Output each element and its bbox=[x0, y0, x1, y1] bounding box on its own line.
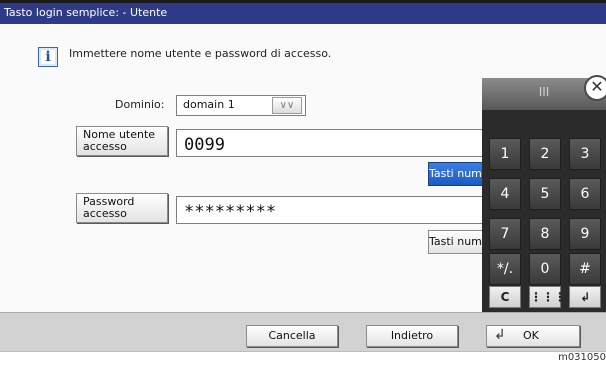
password-field[interactable]: ********* bbox=[176, 196, 486, 224]
info-message: Immettere nome utente e password di acce… bbox=[69, 47, 332, 60]
key-star-dot[interactable]: */. bbox=[489, 253, 521, 285]
key-6[interactable]: 6 bbox=[569, 178, 601, 210]
key-hash[interactable]: # bbox=[569, 253, 601, 285]
back-button[interactable]: Indietro bbox=[366, 325, 458, 347]
close-icon[interactable]: ✕ bbox=[584, 75, 606, 101]
clear-key[interactable]: C bbox=[489, 286, 521, 308]
password-keypad-button[interactable]: Tasti numerici bbox=[428, 230, 484, 254]
image-code: m031050 bbox=[558, 352, 606, 363]
key-9[interactable]: 9 bbox=[569, 218, 601, 250]
username-button[interactable]: Nome utente accesso bbox=[76, 126, 168, 156]
window-title: Tasto login semplice: - Utente bbox=[0, 0, 606, 24]
key-1[interactable]: 1 bbox=[489, 138, 521, 170]
domain-value: domain 1 bbox=[183, 98, 235, 111]
key-7[interactable]: 7 bbox=[489, 218, 521, 250]
password-button[interactable]: Password accesso bbox=[76, 193, 168, 223]
username-field[interactable]: 0099 bbox=[176, 129, 486, 157]
enter-arrow-icon: ↲ bbox=[494, 327, 506, 343]
key-2[interactable]: 2 bbox=[529, 138, 561, 170]
key-4[interactable]: 4 bbox=[489, 178, 521, 210]
ok-label: OK bbox=[523, 329, 539, 342]
key-3[interactable]: 3 bbox=[569, 138, 601, 170]
chevron-down-icon[interactable]: ∨∨ bbox=[272, 97, 302, 114]
key-5[interactable]: 5 bbox=[529, 178, 561, 210]
key-0[interactable]: 0 bbox=[529, 253, 561, 285]
cancel-button[interactable]: Cancella bbox=[246, 325, 338, 347]
panel-frame: Tasto login semplice: - Utente i Immette… bbox=[0, 0, 606, 352]
info-icon: i bbox=[38, 47, 58, 67]
grid-icon[interactable]: ⋮⋮⋮ bbox=[529, 286, 566, 308]
domain-label: Dominio: bbox=[115, 98, 165, 111]
username-keypad-button[interactable]: Tasti numerici bbox=[428, 162, 484, 186]
keypad-enter-icon[interactable]: ↲ bbox=[569, 286, 601, 308]
key-8[interactable]: 8 bbox=[529, 218, 561, 250]
